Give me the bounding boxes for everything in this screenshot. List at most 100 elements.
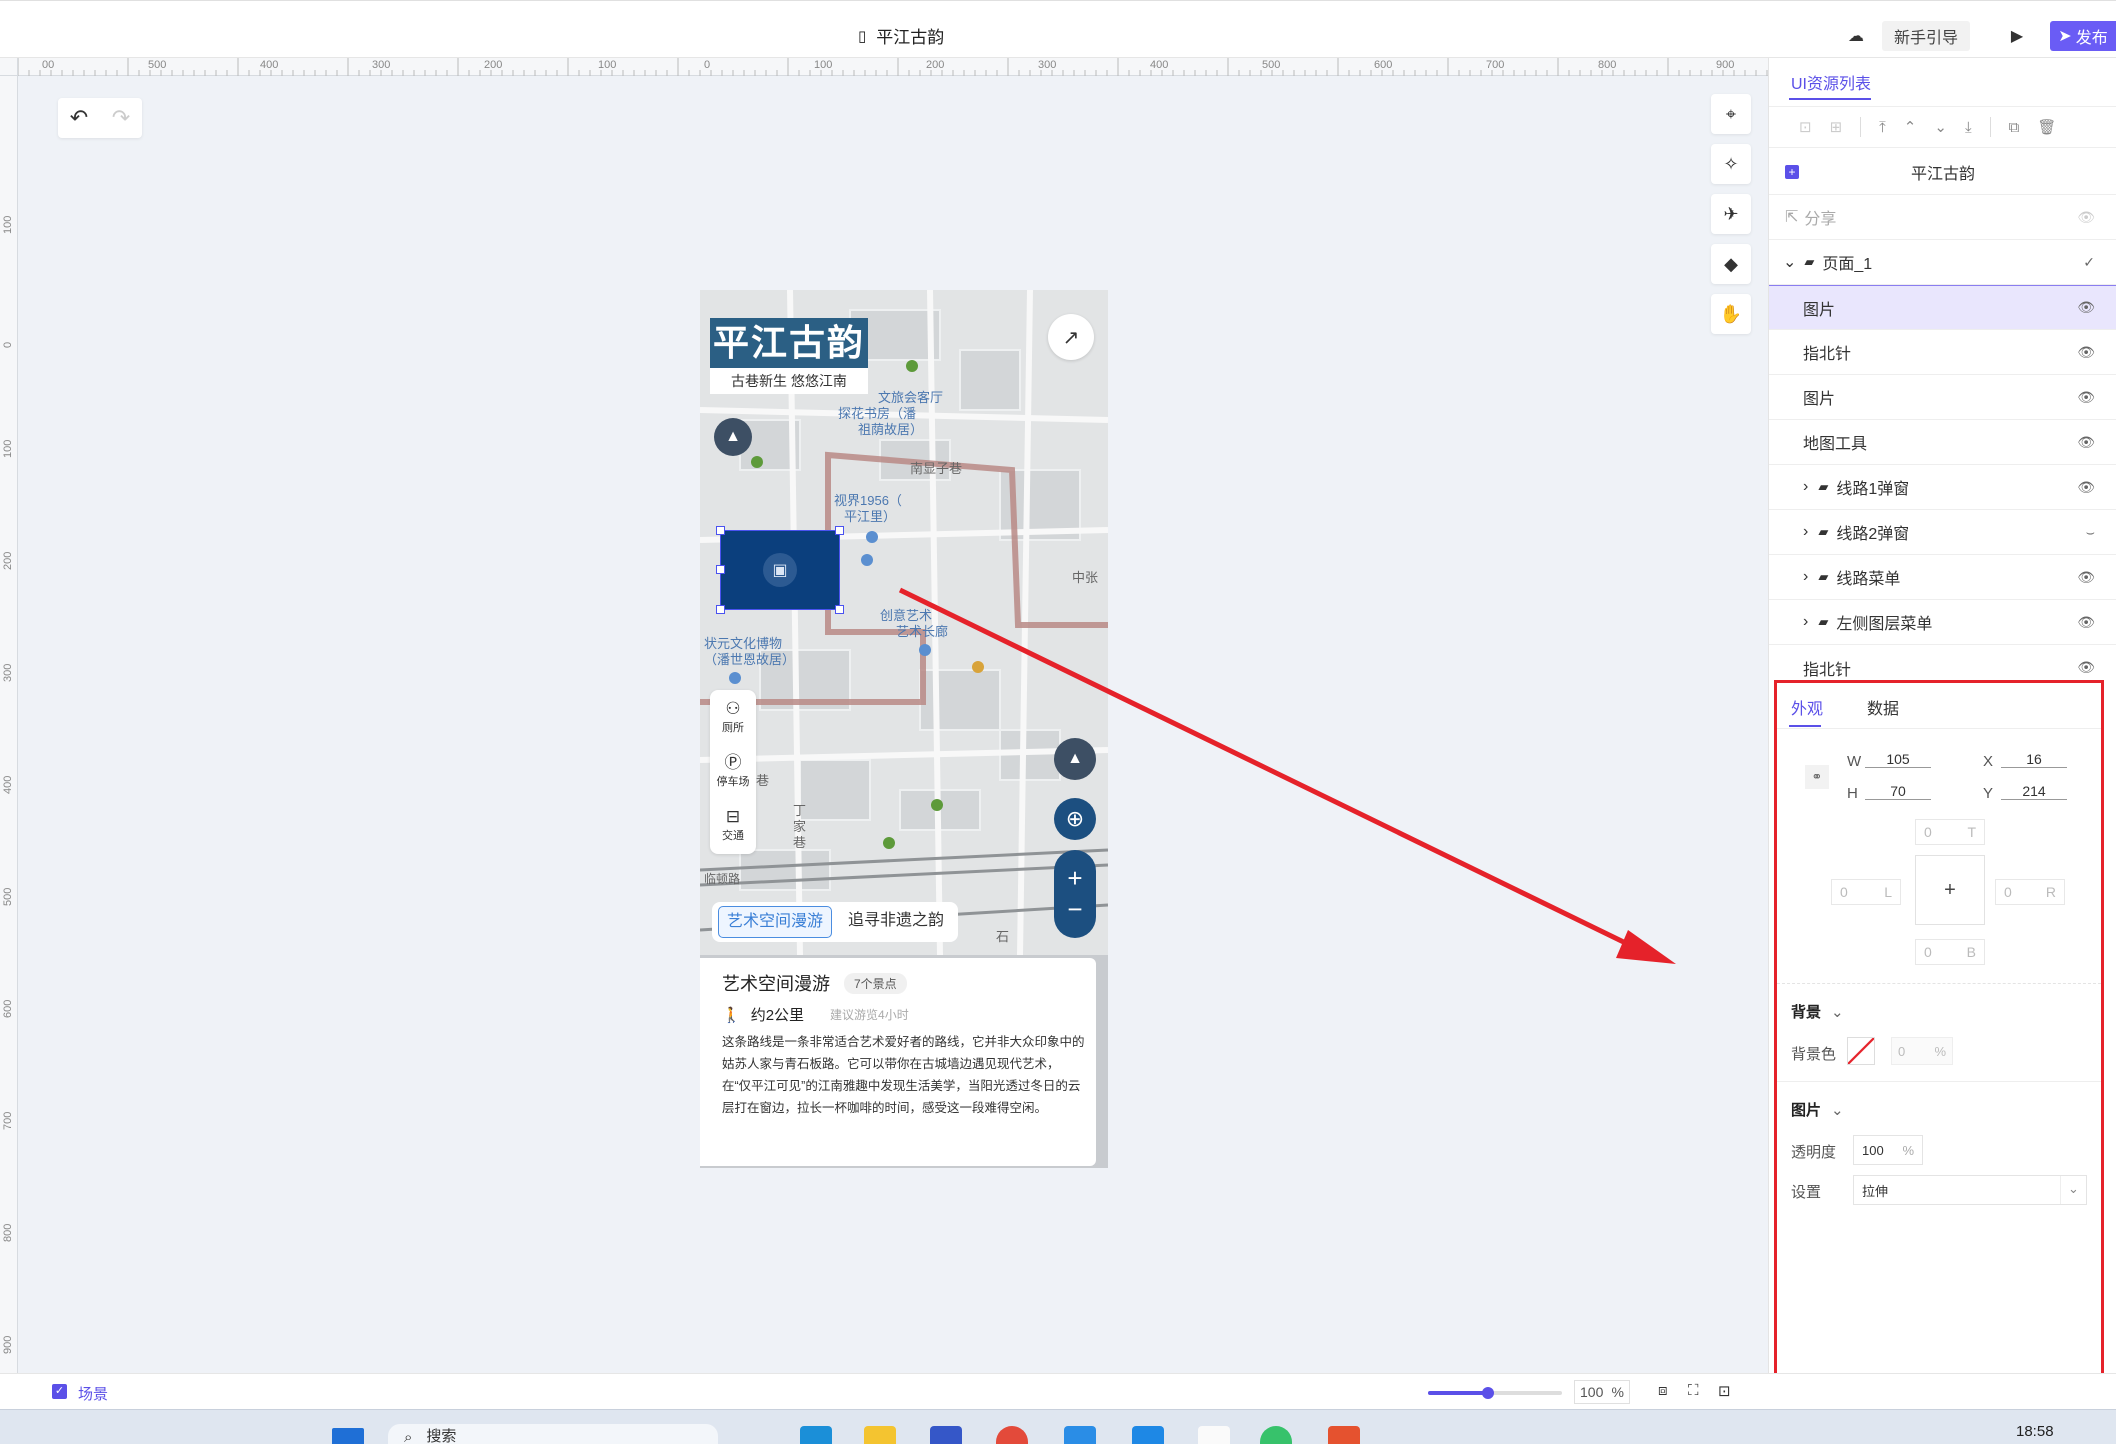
eye-icon[interactable]: 👁 — [2077, 299, 2095, 316]
satellite-icon[interactable]: ✈ — [1711, 194, 1751, 234]
fit-screen-icon[interactable]: ⛶ — [1688, 1382, 1699, 1399]
cube-icon[interactable]: ◆ — [1711, 244, 1751, 284]
eye-icon[interactable]: 👁 — [2077, 479, 2095, 496]
eye-icon[interactable]: 👁 — [2077, 569, 2095, 586]
chevron-right-icon[interactable]: › — [1803, 568, 1808, 586]
eye-off-icon[interactable]: ⌣ — [2086, 524, 2095, 541]
eye-icon[interactable]: 👁 — [2077, 344, 2095, 361]
facility-toilet[interactable]: ⚇ 厕所 — [710, 690, 756, 744]
resize-handle[interactable] — [716, 605, 725, 614]
move-up-icon[interactable]: ⌃ — [1904, 118, 1917, 136]
chevron-right-icon[interactable]: › — [1803, 523, 1808, 541]
globe-icon[interactable]: ⊕ — [1054, 798, 1096, 840]
project-row[interactable]: + 平江古韵 — [1769, 150, 2116, 195]
layer-map-tools[interactable]: 地图工具 👁 — [1769, 420, 2116, 465]
store-icon[interactable] — [930, 1426, 962, 1444]
layer-group-route2[interactable]: › ▰ 线路2弹窗 ⌣ — [1769, 510, 2116, 555]
tab-appearance[interactable]: 外观 — [1791, 695, 1823, 719]
eye-icon[interactable]: 👁 — [2077, 209, 2095, 226]
zoom-slider[interactable] — [1428, 1387, 1562, 1399]
edge-icon[interactable] — [800, 1426, 832, 1444]
guide-button[interactable]: 新手引导 — [1882, 21, 1970, 51]
share-icon[interactable]: ↗ — [1048, 314, 1094, 360]
app-icon[interactable] — [1328, 1426, 1360, 1444]
layer-compass[interactable]: 指北针 👁 — [1769, 330, 2116, 375]
ungroup-icon[interactable]: ⊞ — [1830, 118, 1843, 136]
group-icon[interactable]: ⊡ — [1799, 118, 1812, 136]
check-icon[interactable]: ✓ — [2083, 254, 2095, 271]
magic-wand-icon[interactable]: ✧ — [1711, 144, 1751, 184]
undo-icon[interactable]: ↶ — [58, 105, 100, 131]
resize-handle[interactable] — [835, 605, 844, 614]
eye-icon[interactable]: 👁 — [2077, 434, 2095, 451]
margin-right-input[interactable]: 0R — [1995, 879, 2065, 905]
scene-checkbox[interactable]: ✓ — [52, 1384, 67, 1399]
chevron-right-icon[interactable]: › — [1803, 478, 1808, 496]
margin-bottom-input[interactable]: 0B — [1915, 939, 1985, 965]
x-input[interactable]: 16 — [2001, 751, 2067, 768]
resize-handle[interactable] — [716, 526, 725, 535]
layer-group-left-menu[interactable]: › ▰ 左侧图层菜单 👁 — [1769, 600, 2116, 645]
move-down-icon[interactable]: ⌄ — [1934, 118, 1947, 136]
crosshair-icon[interactable]: ⌖ — [1711, 94, 1751, 134]
chevron-down-icon[interactable]: ⌄ — [1783, 252, 1796, 272]
compass-icon[interactable]: ▲ — [714, 418, 752, 456]
app-icon[interactable] — [1198, 1426, 1230, 1444]
taskbar-search[interactable]: ⌕ 搜索 — [388, 1424, 718, 1444]
layer-group-route1[interactable]: › ▰ 线路1弹窗 👁 — [1769, 465, 2116, 510]
wechat-icon[interactable] — [1260, 1426, 1292, 1444]
app-icon[interactable] — [1132, 1426, 1164, 1444]
zoom-input[interactable]: 100% — [1574, 1380, 1630, 1404]
windows-start-icon[interactable] — [332, 1428, 364, 1444]
redo-icon[interactable]: ↷ — [100, 105, 142, 131]
vscode-icon[interactable] — [1064, 1426, 1096, 1444]
layer-image[interactable]: 图片 👁 — [1769, 375, 2116, 420]
width-input[interactable]: 105 — [1865, 751, 1931, 768]
background-section[interactable]: 背景 ⌄ — [1791, 1001, 1844, 1022]
eye-icon[interactable]: 👁 — [2077, 659, 2095, 676]
selected-image-placeholder[interactable]: ▣ — [716, 526, 844, 614]
zoom-out-icon[interactable]: − — [1067, 894, 1082, 925]
eye-icon[interactable]: 👁 — [2077, 614, 2095, 631]
add-icon[interactable]: + — [1785, 165, 1799, 179]
y-input[interactable]: 214 — [2001, 783, 2067, 800]
ruler-horizontal[interactable]: 00 500 400 300 200 100 0 100 200 300 400… — [18, 58, 1768, 76]
bg-opacity-input[interactable]: 0% — [1891, 1037, 1953, 1065]
hand-icon[interactable]: ✋ — [1711, 294, 1751, 334]
facility-parking[interactable]: Ⓟ 停车场 — [710, 744, 756, 798]
link-ratio-icon[interactable]: ⚭ — [1805, 765, 1829, 789]
publish-button[interactable]: ➤ 发布 — [2050, 21, 2116, 51]
phone-preview[interactable]: 文旅会客厅 探花书房（潘 祖荫故居） 视界1956（ 平江里） 南显子巷 状元文… — [700, 290, 1108, 1168]
image-section[interactable]: 图片 ⌄ — [1791, 1099, 1844, 1120]
move-bottom-icon[interactable]: ⤓ — [1965, 119, 1972, 136]
fit-width-icon[interactable]: ⧈ — [1658, 1382, 1668, 1399]
layer-image-selected[interactable]: 图片 👁 — [1769, 285, 2116, 330]
chrome-icon[interactable] — [996, 1426, 1028, 1444]
facility-transport[interactable]: ⊟ 交通 — [710, 798, 756, 852]
folder-app-icon[interactable] — [864, 1426, 896, 1444]
cloud-icon[interactable]: ☁ — [1844, 21, 1868, 51]
eye-icon[interactable]: 👁 — [2077, 389, 2095, 406]
zoom-in-icon[interactable]: + — [1067, 863, 1082, 894]
margin-top-input[interactable]: 0T — [1915, 819, 1985, 845]
layer-page[interactable]: ⌄ ▰ 页面_1 ✓ — [1769, 240, 2116, 285]
layer-group-route-menu[interactable]: › ▰ 线路菜单 👁 — [1769, 555, 2116, 600]
zoom-slider-thumb[interactable] — [1482, 1387, 1494, 1399]
color-swatch[interactable] — [1847, 1037, 1875, 1065]
delete-icon[interactable]: 🗑 — [2037, 118, 2056, 136]
margin-left-input[interactable]: 0L — [1831, 879, 1901, 905]
tab-data[interactable]: 数据 — [1867, 695, 1899, 719]
chevron-right-icon[interactable]: › — [1803, 613, 1808, 631]
share-row[interactable]: ⇱ 分享 👁 — [1769, 195, 2116, 240]
tab-ui-resources[interactable]: UI资源列表 — [1791, 70, 1871, 94]
move-top-icon[interactable]: ⤒ — [1879, 119, 1886, 136]
anchor-widget[interactable]: + — [1915, 855, 1985, 925]
resize-handle[interactable] — [835, 526, 844, 535]
route-tab-heritage[interactable]: 追寻非遗之韵 — [840, 906, 952, 938]
ruler-vertical[interactable]: 100 0 100 200 300 400 500 600 700 800 90… — [0, 58, 18, 1373]
compass-icon[interactable]: ▲ — [1054, 738, 1096, 780]
actual-size-icon[interactable]: ⊡ — [1718, 1382, 1731, 1400]
copy-icon[interactable]: ⧉ — [2009, 119, 2020, 136]
route-tab-art[interactable]: 艺术空间漫游 — [718, 906, 833, 938]
fit-mode-select[interactable]: 拉伸 ⌄ — [1853, 1175, 2087, 1205]
